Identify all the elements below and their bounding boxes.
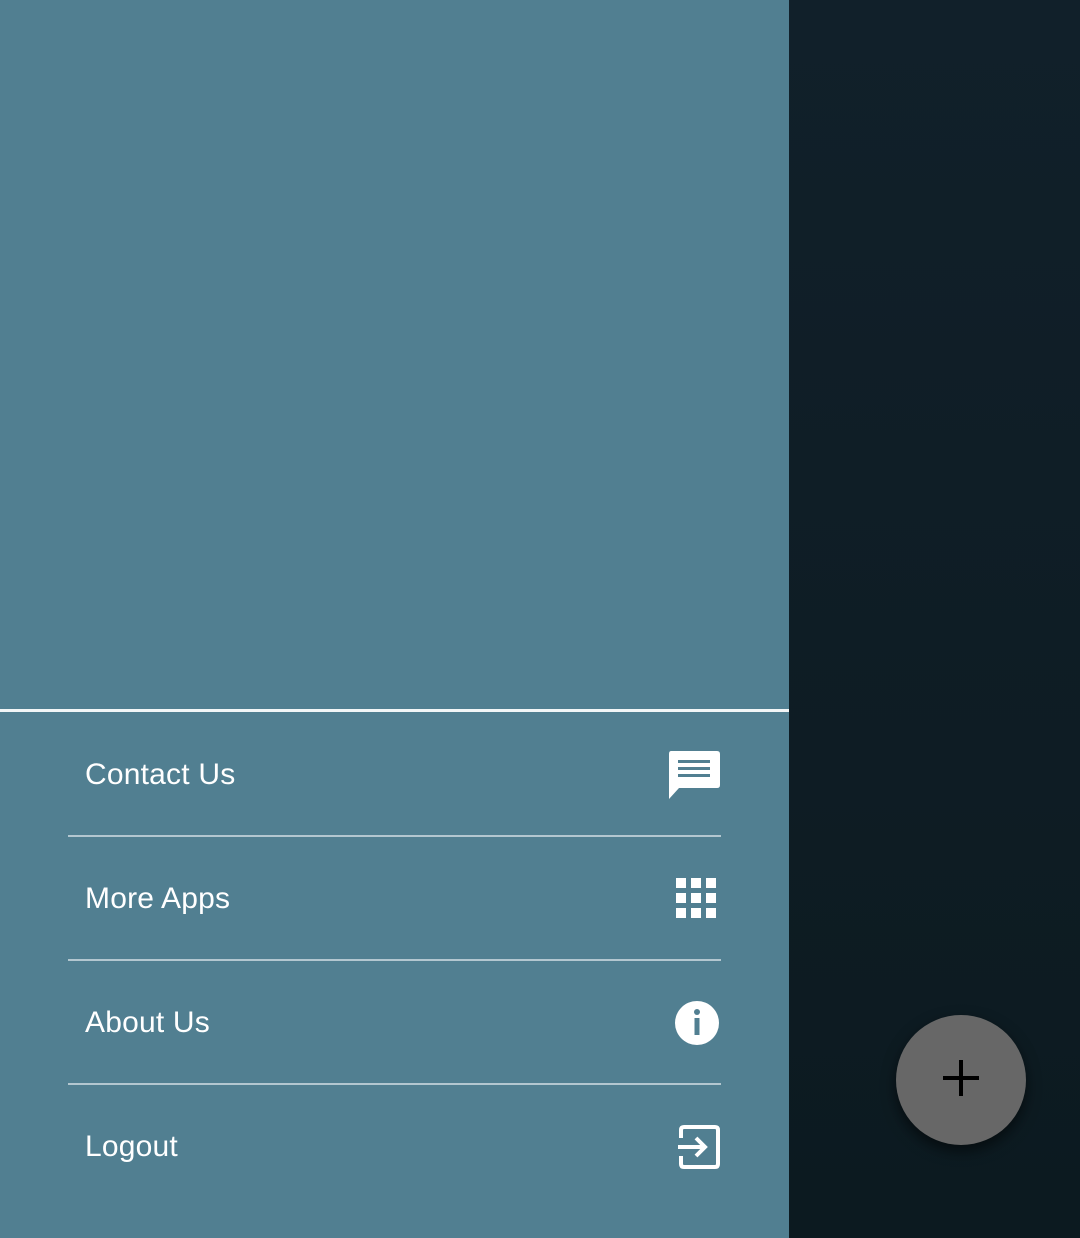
app-root: Contact Us More Apps About Us Logout [0, 0, 1080, 1238]
menu-item-label: More Apps [85, 882, 231, 915]
menu-item-contact-us[interactable]: Contact Us [68, 713, 721, 837]
menu-item-label: About Us [85, 1006, 210, 1039]
plus-icon [941, 1058, 981, 1103]
drawer-header [0, 0, 789, 710]
logout-icon [665, 1119, 721, 1175]
info-icon [665, 995, 721, 1051]
add-fab-button[interactable] [896, 1015, 1026, 1145]
menu-item-label: Contact Us [85, 758, 236, 791]
menu-item-about-us[interactable]: About Us [68, 961, 721, 1085]
header-divider [0, 709, 789, 712]
menu-item-label: Logout [85, 1130, 178, 1163]
apps-grid-icon [665, 871, 721, 927]
chat-icon [665, 747, 721, 803]
menu-item-logout[interactable]: Logout [68, 1085, 721, 1209]
menu-item-more-apps[interactable]: More Apps [68, 837, 721, 961]
navigation-drawer: Contact Us More Apps About Us Logout [0, 0, 789, 1238]
